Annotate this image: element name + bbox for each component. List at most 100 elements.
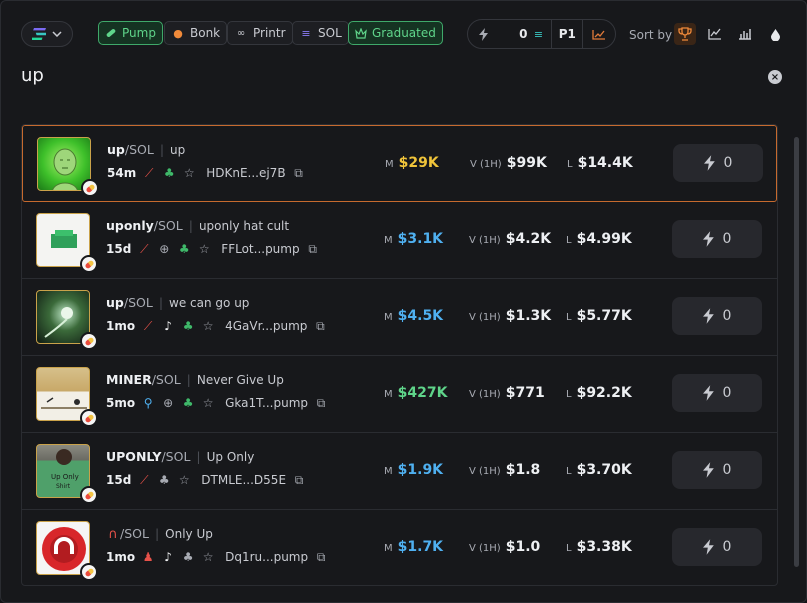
gray-avatar-icon: ♣ bbox=[158, 473, 170, 487]
chain-selector[interactable] bbox=[21, 21, 73, 47]
preset-label: P1 bbox=[558, 27, 576, 41]
filter-pill-pump[interactable]: Pump bbox=[98, 21, 163, 45]
copy-icon[interactable]: ⧉ bbox=[306, 242, 320, 256]
token-age: 15d bbox=[106, 242, 132, 256]
users-icon[interactable]: ♟ bbox=[141, 550, 155, 564]
copy-icon[interactable]: ⧉ bbox=[314, 550, 328, 564]
quick-buy-button[interactable]: 0 bbox=[672, 374, 762, 412]
printr-icon: ∞ bbox=[236, 27, 246, 39]
volume-value: $99K bbox=[506, 155, 547, 171]
search-input[interactable]: up bbox=[21, 65, 44, 86]
token-title: up/SOL | up bbox=[107, 142, 186, 157]
token-name: up bbox=[170, 143, 186, 157]
result-row[interactable]: ∩/SOL | Only Up 1mo ♟ ♪ ♣ ☆ Dq1ru...pump ⧉… bbox=[22, 510, 777, 585]
leaf-icon[interactable]: ⟋ bbox=[142, 166, 156, 180]
quick-buy-button[interactable]: 0 bbox=[672, 220, 762, 258]
leaf-icon[interactable]: ⟋ bbox=[141, 319, 155, 333]
result-row[interactable]: uponly/SOL | uponly hat cult 15d ⟋ ⊕ ♣ ☆ F… bbox=[22, 202, 777, 279]
filter-pill-sol[interactable]: ≡ SOL bbox=[292, 21, 349, 45]
svg-text:Shirt: Shirt bbox=[56, 483, 71, 490]
user-icon[interactable]: ⚲ bbox=[141, 396, 155, 410]
filter-pill-bonk[interactable]: ● Bonk bbox=[164, 21, 228, 45]
chart-trend-icon[interactable] bbox=[583, 20, 615, 48]
token-meta: 15d ⟋ ⊕ ♣ ☆ FFLot...pump ⧉ bbox=[106, 242, 320, 257]
star-icon[interactable]: ☆ bbox=[201, 396, 215, 410]
pump-badge-icon bbox=[80, 409, 98, 427]
filter-bar: Pump ● Bonk ∞ Printr ≡ SOL Graduated 0 ≡ bbox=[1, 15, 807, 53]
filter-pill-graduated[interactable]: Graduated bbox=[348, 21, 443, 45]
filter-pill-label: Pump bbox=[122, 26, 156, 40]
market-cap-label: M bbox=[384, 466, 393, 477]
result-row[interactable]: up/SOL | we can go up 1mo ⟋ ♪ ♣ ☆ 4GaVr...… bbox=[22, 279, 777, 356]
copy-icon[interactable]: ⧉ bbox=[292, 473, 306, 487]
token-symbol: up bbox=[107, 142, 125, 157]
star-icon[interactable]: ☆ bbox=[182, 166, 196, 180]
sort-by-label: Sort by bbox=[629, 28, 673, 42]
result-row[interactable]: MINER/SOL | Never Give Up 5mo ⚲ ⊕ ♣ ☆ Gka1… bbox=[22, 356, 777, 433]
token-name: Up Only bbox=[206, 450, 255, 464]
token-title: MINER/SOL | Never Give Up bbox=[106, 372, 284, 387]
quick-buy-value: 0 bbox=[722, 385, 732, 401]
volume-value: $771 bbox=[505, 385, 545, 401]
copy-icon[interactable]: ⧉ bbox=[313, 319, 327, 333]
token-age: 15d bbox=[106, 473, 132, 487]
volume: V (1H) $771 bbox=[469, 385, 545, 401]
quick-buy-amount-value: 0 bbox=[519, 27, 528, 41]
quick-buy-button[interactable]: 0 bbox=[672, 528, 762, 566]
leaf-icon[interactable]: ⟋ bbox=[137, 473, 151, 487]
quick-buy-value: 0 bbox=[722, 308, 732, 324]
token-age: 1mo bbox=[106, 319, 136, 333]
drop-icon[interactable] bbox=[764, 23, 786, 45]
results-list: up/SOL | up 54m ⟋ ♣ ☆ HDKnE...ej7B ⧉ M $29K… bbox=[21, 124, 778, 586]
token-name: we can go up bbox=[169, 296, 250, 310]
gray-avatar-icon: ♣ bbox=[182, 550, 194, 564]
market-cap: M $1.7K bbox=[384, 539, 443, 555]
quick-buy-amount[interactable]: 0 ≡ bbox=[500, 20, 552, 48]
quick-buy-button[interactable]: 0 bbox=[673, 144, 763, 182]
liquidity-label: L bbox=[566, 543, 572, 554]
globe-icon[interactable]: ⊕ bbox=[157, 242, 171, 256]
liquidity: L $4.99K bbox=[566, 231, 632, 247]
liquidity-value: $3.38K bbox=[576, 539, 632, 555]
copy-icon[interactable]: ⧉ bbox=[292, 166, 306, 180]
market-cap-value: $427K bbox=[397, 385, 448, 401]
quick-buy-button[interactable]: 0 bbox=[672, 297, 762, 335]
market-cap: M $1.9K bbox=[384, 462, 443, 478]
tiktok-icon[interactable]: ♪ bbox=[161, 319, 175, 333]
lightning-icon[interactable] bbox=[468, 20, 500, 48]
line-chart-icon[interactable] bbox=[704, 23, 726, 45]
volume-label: V (1H) bbox=[469, 466, 501, 477]
volume-value: $1.0 bbox=[505, 539, 541, 555]
copy-icon[interactable]: ⧉ bbox=[314, 396, 328, 410]
trophy-icon[interactable] bbox=[674, 23, 696, 45]
token-search-panel: Pump ● Bonk ∞ Printr ≡ SOL Graduated 0 ≡ bbox=[0, 0, 807, 603]
market-cap-label: M bbox=[385, 159, 394, 170]
tiktok-icon[interactable]: ♪ bbox=[161, 550, 175, 564]
quick-buy-value: 0 bbox=[722, 539, 732, 555]
clear-search-icon[interactable]: × bbox=[768, 70, 782, 84]
star-icon[interactable]: ☆ bbox=[177, 473, 191, 487]
liquidity-label: L bbox=[567, 159, 573, 170]
preset-selector[interactable]: P1 bbox=[552, 20, 582, 48]
star-icon[interactable]: ☆ bbox=[197, 242, 211, 256]
quick-buy-button[interactable]: 0 bbox=[672, 451, 762, 489]
solana-icon bbox=[32, 28, 46, 40]
star-icon[interactable]: ☆ bbox=[201, 319, 215, 333]
result-row[interactable]: Up Only Shirt UPONLY/SOL | Up Only 15d ⟋ ♣ … bbox=[22, 433, 777, 510]
volume-label: V (1H) bbox=[469, 235, 501, 246]
filter-pill-label: Printr bbox=[253, 26, 286, 40]
bar-chart-icon[interactable] bbox=[734, 23, 756, 45]
chevron-down-icon bbox=[52, 31, 62, 37]
volume-label: V (1H) bbox=[470, 159, 502, 170]
filter-pill-label: SOL bbox=[318, 26, 342, 40]
star-icon[interactable]: ☆ bbox=[201, 550, 215, 564]
globe-icon[interactable]: ⊕ bbox=[161, 396, 175, 410]
token-meta: 54m ⟋ ♣ ☆ HDKnE...ej7B ⧉ bbox=[107, 166, 306, 181]
filter-pill-printr[interactable]: ∞ Printr bbox=[227, 21, 293, 45]
volume-value: $4.2K bbox=[505, 231, 552, 247]
volume: V (1H) $4.2K bbox=[469, 231, 551, 247]
leaf-icon[interactable]: ⟋ bbox=[137, 242, 151, 256]
scrollbar[interactable] bbox=[794, 137, 799, 567]
result-row[interactable]: up/SOL | up 54m ⟋ ♣ ☆ HDKnE...ej7B ⧉ M $29K… bbox=[22, 125, 777, 202]
lightning-icon bbox=[702, 308, 714, 324]
